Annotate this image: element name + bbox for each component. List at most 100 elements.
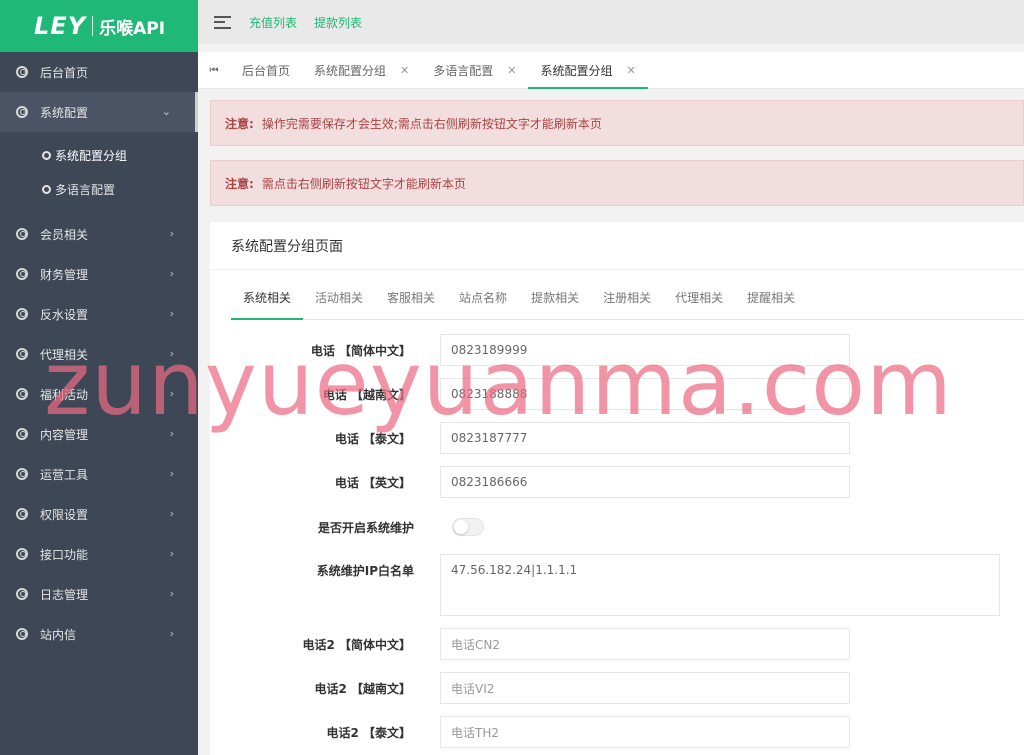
subtab-reminder[interactable]: 提醒相关 xyxy=(735,275,807,319)
sidebar-item-system-config[interactable]: 系统配置 ⌄ xyxy=(0,92,198,132)
skip-back-icon[interactable]: ⏮ xyxy=(198,65,230,76)
phone-en-input[interactable]: 0823186666 xyxy=(440,466,850,498)
sidebar-item-label: 系统配置 xyxy=(40,105,89,120)
sidebar-item-label: 权限设置 xyxy=(40,507,89,522)
close-icon[interactable]: ✕ xyxy=(400,64,409,77)
sidebar-item-api[interactable]: 接口功能 › xyxy=(0,534,198,574)
phone-cn-input[interactable]: 0823189999 xyxy=(440,334,850,366)
tab-language-config[interactable]: 多语言配置 ✕ xyxy=(421,52,528,89)
submenu-item-config-group[interactable]: 系统配置分组 xyxy=(0,138,198,172)
sidebar-item-label: 会员相关 xyxy=(40,227,89,242)
form-row: 电话2 【泰文】 电话TH2 xyxy=(210,716,850,748)
circle-icon xyxy=(16,308,28,320)
chevron-right-icon: › xyxy=(169,547,174,560)
chevron-right-icon: › xyxy=(169,587,174,600)
field-label: 是否开启系统维护 xyxy=(317,520,414,535)
sidebar-item-agents[interactable]: 代理相关 › xyxy=(0,334,198,374)
sidebar-item-rebate[interactable]: 反水设置 › xyxy=(0,294,198,334)
circle-icon xyxy=(16,388,28,400)
chevron-right-icon: › xyxy=(169,267,174,280)
chevron-right-icon: › xyxy=(169,347,174,360)
chevron-right-icon: › xyxy=(169,307,174,320)
close-icon[interactable]: ✕ xyxy=(507,64,516,77)
chevron-right-icon: › xyxy=(169,627,174,640)
logo[interactable]: LEY 乐喉API xyxy=(0,0,198,52)
circle-icon xyxy=(16,428,28,440)
subtab-activity[interactable]: 活动相关 xyxy=(303,275,375,319)
circle-icon xyxy=(16,106,28,118)
tab-config-group-active[interactable]: 系统配置分组 ✕ xyxy=(528,52,648,89)
sidebar-submenu: 系统配置分组 多语言配置 xyxy=(0,132,198,214)
sidebar-item-label: 接口功能 xyxy=(40,547,89,562)
circle-icon xyxy=(16,508,28,520)
submenu-item-language-config[interactable]: 多语言配置 xyxy=(0,172,198,206)
submenu-item-label: 系统配置分组 xyxy=(55,148,128,163)
sidebar-item-label: 站内信 xyxy=(40,627,77,642)
chevron-right-icon: › xyxy=(169,427,174,440)
tab-label: 后台首页 xyxy=(242,63,291,78)
sidebar-item-label: 财务管理 xyxy=(40,267,89,282)
tab-config-group[interactable]: 系统配置分组 ✕ xyxy=(302,52,421,89)
phone-th-input[interactable]: 0823187777 xyxy=(440,422,850,454)
sidebar-item-label: 后台首页 xyxy=(40,65,89,80)
circle-icon xyxy=(42,184,51,194)
sidebar-item-content[interactable]: 内容管理 › xyxy=(0,414,198,454)
subtab-customer-service[interactable]: 客服相关 xyxy=(375,275,447,319)
sidebar-item-label: 运营工具 xyxy=(40,467,89,482)
form-row: 电话 【越南文】 0823188888 xyxy=(210,378,850,410)
withdraw-list-link[interactable]: 提款列表 xyxy=(314,14,362,31)
config-panel: 系统配置分组页面 系统相关 活动相关 客服相关 站点名称 提款相关 注册相关 代… xyxy=(210,222,1024,755)
alert-text: 需点击右侧刷新按钮文字才能刷新本页 xyxy=(261,176,466,191)
alert-text: 操作完需要保存才会生效;需点击右侧刷新按钮文字才能刷新本页 xyxy=(261,116,602,131)
tab-home[interactable]: 后台首页 xyxy=(230,52,302,89)
circle-icon xyxy=(16,628,28,640)
phone-vi-input[interactable]: 0823188888 xyxy=(440,378,850,410)
sidebar-item-home[interactable]: 后台首页 xyxy=(0,52,198,92)
phone2-th-input[interactable]: 电话TH2 xyxy=(440,716,850,748)
form-row: 电话 【英文】 0823186666 xyxy=(210,466,850,498)
recharge-list-link[interactable]: 充值列表 xyxy=(249,14,297,31)
submenu-item-label: 多语言配置 xyxy=(55,182,116,197)
ip-whitelist-textarea[interactable]: 47.56.182.24|1.1.1.1 xyxy=(440,554,1000,616)
page-tabs: ⏮ 后台首页 系统配置分组 ✕ 多语言配置 ✕ 系统配置分组 ✕ xyxy=(198,52,1024,89)
logo-mark: LEY xyxy=(34,12,87,40)
sidebar-item-permissions[interactable]: 权限设置 › xyxy=(0,494,198,534)
subtab-agent[interactable]: 代理相关 xyxy=(663,275,735,319)
sidebar-item-label: 反水设置 xyxy=(40,307,89,322)
alert-prefix: 注意: xyxy=(225,116,254,131)
subtab-register[interactable]: 注册相关 xyxy=(591,275,663,319)
sidebar-item-promotions[interactable]: 福利活动 › xyxy=(0,374,198,414)
subtab-site-name[interactable]: 站点名称 xyxy=(447,275,519,319)
circle-icon xyxy=(16,468,28,480)
sidebar-item-finance[interactable]: 财务管理 › xyxy=(0,254,198,294)
notices: 注意: 操作完需要保存才会生效;需点击右侧刷新按钮文字才能刷新本页 注意: 需点… xyxy=(210,100,1024,220)
form-row: 电话2 【简体中文】 电话CN2 xyxy=(210,628,850,660)
sidebar-item-label: 福利活动 xyxy=(40,387,89,402)
sidebar-item-logs[interactable]: 日志管理 › xyxy=(0,574,198,614)
field-label: 电话 【英文】 xyxy=(334,475,411,490)
alert-notice: 注意: 操作完需要保存才会生效;需点击右侧刷新按钮文字才能刷新本页 xyxy=(210,100,1024,146)
form-row: 电话 【泰文】 0823187777 xyxy=(210,422,850,454)
subtab-system[interactable]: 系统相关 xyxy=(231,275,304,320)
circle-icon xyxy=(16,588,28,600)
field-label: 电话2 【泰文】 xyxy=(326,725,411,740)
phone2-cn-input[interactable]: 电话CN2 xyxy=(440,628,850,660)
sidebar-item-members[interactable]: 会员相关 › xyxy=(0,214,198,254)
subtab-withdraw[interactable]: 提款相关 xyxy=(519,275,591,319)
sidebar-item-messages[interactable]: 站内信 › xyxy=(0,614,198,654)
field-label: 电话 【越南文】 xyxy=(322,387,411,402)
circle-icon xyxy=(16,268,28,280)
sidebar-item-operations[interactable]: 运营工具 › xyxy=(0,454,198,494)
field-label: 系统维护IP白名单 xyxy=(316,564,414,578)
menu-toggle-icon[interactable] xyxy=(214,15,231,29)
config-subtabs: 系统相关 活动相关 客服相关 站点名称 提款相关 注册相关 代理相关 提醒相关 xyxy=(231,276,1024,320)
tab-label: 系统配置分组 xyxy=(540,63,613,78)
maintenance-toggle[interactable] xyxy=(452,518,484,536)
form-row: 是否开启系统维护 xyxy=(210,518,484,536)
alert-prefix: 注意: xyxy=(225,176,254,191)
phone2-vi-input[interactable]: 电话VI2 xyxy=(440,672,850,704)
chevron-right-icon: › xyxy=(169,467,174,480)
close-icon[interactable]: ✕ xyxy=(627,64,636,77)
circle-icon xyxy=(16,66,28,78)
tab-label: 系统配置分组 xyxy=(314,63,387,78)
